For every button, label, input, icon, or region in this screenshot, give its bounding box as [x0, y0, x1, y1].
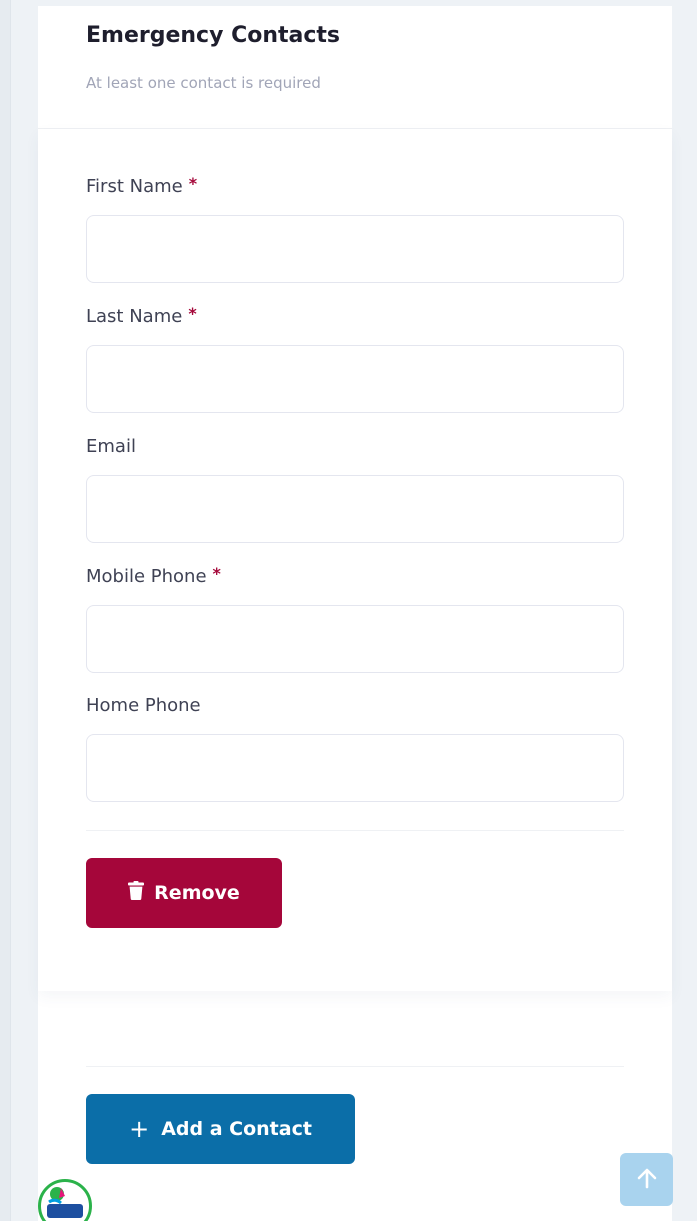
contact-entry: First Name * Last Name * Email Mobile Phon… [38, 129, 672, 991]
remove-button[interactable]: Remove [86, 858, 282, 928]
page: Emergency Contacts At least one contact … [0, 0, 697, 1221]
required-marker: * [188, 174, 198, 193]
arrow-up-icon [635, 1166, 659, 1194]
required-marker: * [188, 304, 197, 323]
scroll-to-top-button[interactable] [620, 1153, 673, 1206]
mobile-phone-label: Mobile Phone * [86, 564, 221, 587]
remove-button-label: Remove [154, 882, 240, 904]
last-name-input[interactable] [86, 345, 624, 413]
last-name-label-text: Last Name [86, 306, 183, 327]
home-phone-input[interactable] [86, 734, 624, 802]
email-label-text: Email [86, 436, 136, 457]
card-header: Emergency Contacts At least one contact … [38, 6, 672, 129]
emergency-contacts-card: Emergency Contacts At least one contact … [38, 6, 672, 1221]
first-name-label-text: First Name [86, 176, 183, 197]
email-label: Email [86, 436, 136, 457]
add-contact-label: Add a Contact [161, 1118, 312, 1140]
first-name-label: First Name * [86, 174, 198, 197]
home-phone-label-text: Home Phone [86, 695, 201, 716]
actions-divider [86, 1066, 624, 1067]
last-name-label: Last Name * [86, 304, 197, 327]
add-contact-button[interactable]: + Add a Contact [86, 1094, 355, 1164]
mobile-phone-input[interactable] [86, 605, 624, 673]
first-name-input[interactable] [86, 215, 624, 283]
trash-icon [128, 881, 145, 905]
section-title: Emergency Contacts [86, 23, 341, 48]
section-subtitle: At least one contact is required [86, 74, 321, 92]
plus-icon: + [129, 1115, 150, 1143]
contact-divider [86, 830, 624, 831]
mobile-phone-label-text: Mobile Phone [86, 566, 207, 587]
email-input[interactable] [86, 475, 624, 543]
left-rail [0, 0, 10, 1221]
home-phone-label: Home Phone [86, 695, 201, 716]
left-rail-edge [10, 0, 11, 1221]
required-marker: * [212, 564, 221, 583]
